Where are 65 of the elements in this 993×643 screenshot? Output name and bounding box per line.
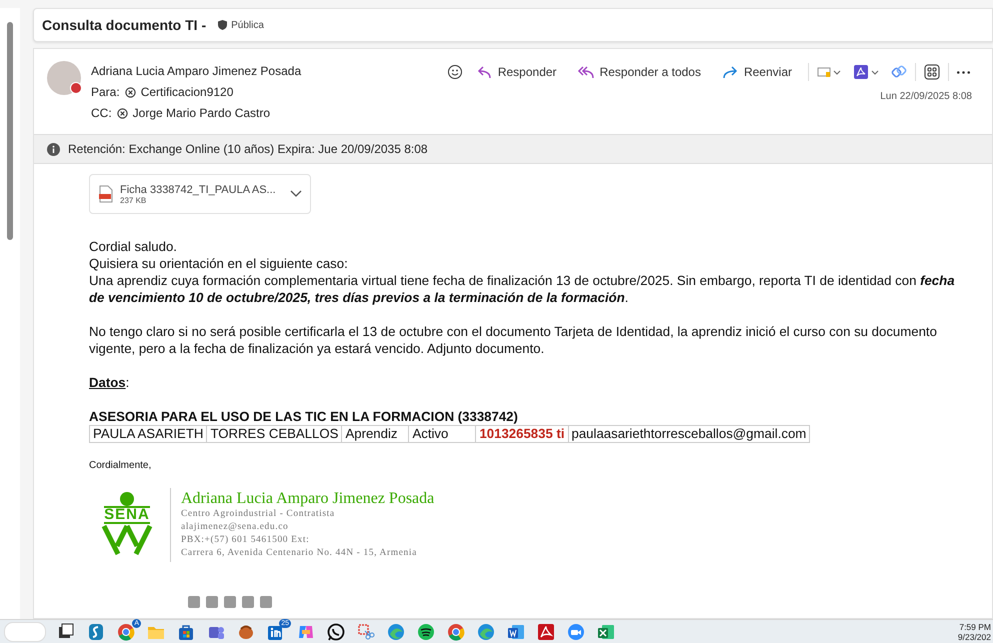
to-label: Para: — [91, 85, 120, 99]
search-field[interactable] — [4, 622, 46, 642]
body-paragraph: No tengo claro si no será posible certificarla el 13 de octubre con el documento Tarjeta de Identidad, la aprendiz inició el curso con su documento vigente, pero a la fecha de finalización ya estará vencido. Adjunto documento. — [89, 323, 938, 357]
table-cell: 1013265835 ti — [476, 426, 568, 442]
music-app-icon[interactable] — [416, 622, 436, 642]
signature-name: Adriana Lucia Amparo Jimenez Posada — [181, 490, 434, 508]
shield-icon — [218, 20, 228, 30]
clock-time: 7:59 PM — [959, 622, 991, 632]
chevron-down-icon[interactable] — [290, 190, 302, 198]
smiley-icon — [446, 64, 463, 80]
forward-button[interactable]: Reenviar — [716, 61, 796, 83]
browser-icon[interactable] — [116, 622, 136, 642]
signature-line: PBX:+(57) 601 5461500 Ext: — [181, 534, 310, 547]
diamond-link-icon — [891, 64, 907, 80]
signature-line: Carrera 6, Avenida Centenario No. 44N - 15, Armenia — [181, 547, 418, 560]
spreadsheet-app-icon[interactable] — [596, 622, 616, 642]
table-title: ASESORIA PARA EL USO DE LAS TIC EN LA FORMACION (3338742) — [89, 408, 519, 425]
wave-browser-icon[interactable] — [386, 622, 406, 642]
sender-name: Adriana Lucia Amparo Jimenez Posada — [91, 64, 302, 78]
document-app-icon[interactable] — [506, 622, 526, 642]
signature-line: Centro Agroindustrial - Contratista — [181, 508, 336, 521]
browser-icon[interactable] — [446, 622, 466, 642]
x-circle-icon[interactable] — [116, 108, 128, 118]
x-circle-icon[interactable] — [124, 86, 136, 98]
signature-line: alajimenez@sena.edu.co — [181, 521, 290, 534]
logo-drawing: SENA — [94, 492, 160, 558]
table-cell: Activo — [408, 426, 476, 442]
video-app-icon[interactable] — [566, 622, 586, 642]
body-paragraph: Quisiera su orientación en el siguiente caso: — [89, 255, 349, 272]
attachment-size: 237 KB — [120, 196, 148, 204]
table-cell: TORRES CEBALLOS — [206, 426, 342, 442]
avatar — [47, 61, 81, 95]
table-cell: paulaasariethtorresceballos@gmail.com — [568, 426, 810, 442]
wave-browser-icon[interactable] — [476, 622, 496, 642]
more-button[interactable] — [955, 68, 972, 76]
reply-button[interactable]: Responder — [470, 61, 561, 83]
scissors-icon[interactable] — [356, 622, 376, 642]
label-caret-icon — [817, 65, 843, 79]
info-icon — [47, 142, 60, 156]
retention-text: Retención: Exchange Online (10 años) Expira: Jue 20/09/2035 8:08 — [68, 142, 428, 156]
table-cell: Aprendiz — [342, 426, 409, 442]
attachment-card[interactable]: Ficha 3338742_TI_PAULA AS... 237 KB — [89, 174, 311, 214]
closing-text: Cordialmente, — [89, 459, 152, 473]
clock-date: 9/23/202 — [958, 632, 991, 642]
s-logo-icon[interactable] — [86, 622, 106, 642]
cc-label: CC: — [91, 106, 112, 120]
sent-date: Lun 22/09/2025 8:08 — [880, 91, 972, 102]
subject-title: Consulta documento TI - — [42, 17, 206, 33]
attachment-name: Ficha 3338742_TI_PAULA AS... — [120, 184, 277, 196]
sensitivity-label: Pública — [231, 20, 264, 30]
recipient-name[interactable]: Jorge Mario Pardo Castro — [132, 106, 270, 120]
apps-grid-icon — [924, 64, 940, 80]
more-icon — [957, 70, 970, 74]
recipient-name[interactable]: Certificacion9120 — [140, 85, 234, 99]
body-paragraph: Una aprendiz cuya formación complementaria virtual tiene fecha de finalización 13 de octubre/2025. Sin embargo, reporta TI de identidad con fecha de vencimiento 10 de octubre/2025, tres días previos a la terminación de la formación. — [89, 272, 956, 306]
pdf-caret-icon — [853, 64, 881, 80]
body-paragraph: Cordial saludo. — [89, 238, 178, 255]
apps-button[interactable] — [922, 62, 942, 82]
section-heading: Datos: — [89, 374, 130, 391]
chat-bubble-icon[interactable] — [326, 622, 346, 642]
table-cell: PAULA ASARIETH — [90, 426, 207, 442]
pdf-file-icon — [98, 185, 114, 203]
pdf-app-icon[interactable] — [536, 622, 556, 642]
scrollbar-thumb[interactable] — [7, 22, 13, 240]
reply-all-button[interactable]: Responder a todos — [572, 61, 705, 83]
